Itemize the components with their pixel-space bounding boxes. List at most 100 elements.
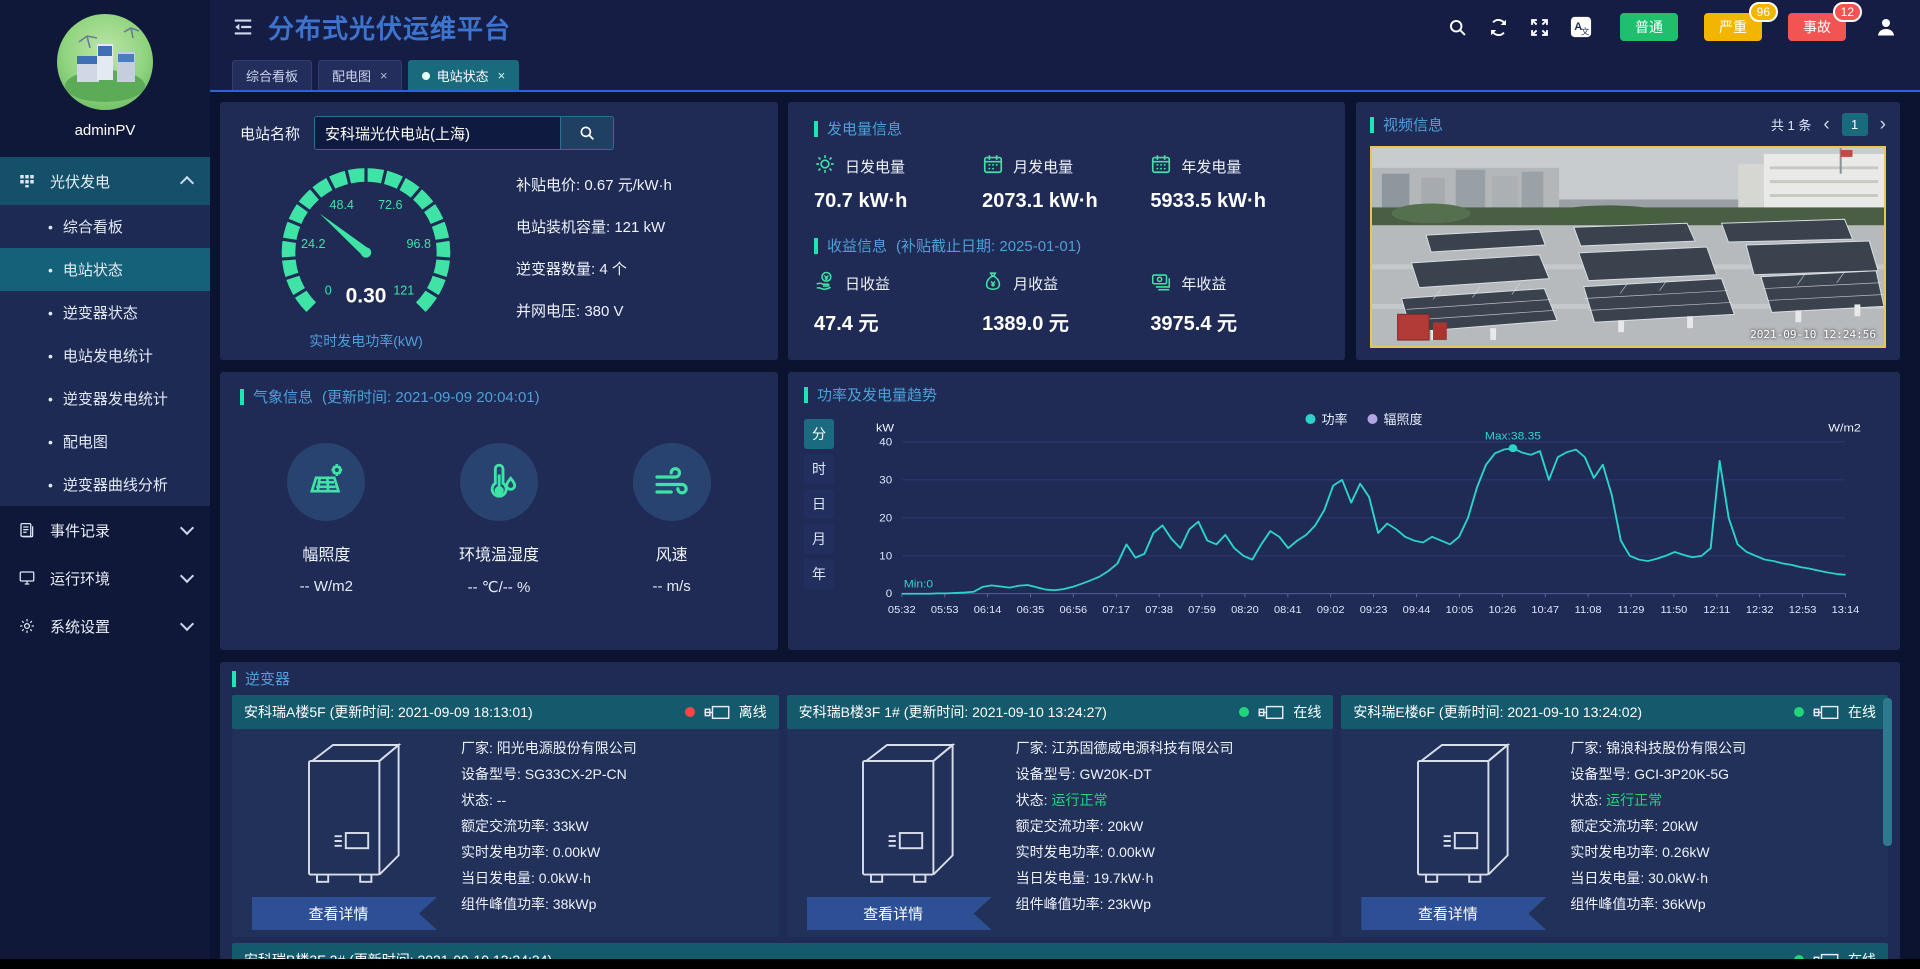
svg-text:09:02: 09:02 [1317,605,1345,616]
power-gauge: 024.248.472.696.81210.30 实时发电功率(kW) [240,154,492,351]
inverter-fields: 厂家: 锦浪科技股份有限公司 设备型号: GCI-3P20K-5G 状态: 运行… [1566,729,1888,937]
station-search-button[interactable] [560,116,614,150]
sidebar-subitem[interactable]: 逆变器曲线分析 [0,463,210,506]
fullscreen-icon[interactable] [1529,17,1550,38]
menu-collapse-icon[interactable] [232,16,254,38]
status-label: 在线 [1848,702,1876,722]
sidebar-item[interactable]: 系统设置 [0,602,210,650]
svg-text:08:41: 08:41 [1274,605,1302,616]
tab[interactable]: 配电图 × [318,60,402,90]
inverter-fields: 厂家: 阳光电源股份有限公司 设备型号: SG33CX-2P-CN 状态: --… [457,729,779,937]
page-number[interactable]: 1 [1842,113,1868,136]
sidebar-subitem[interactable]: 逆变器发电统计 [0,377,210,420]
legend-dot-icon [1305,414,1315,424]
refresh-icon[interactable] [1488,17,1509,38]
stat-label: 日收益 [845,273,890,294]
sidebar-item-label: 光伏发电 [50,171,168,192]
sidebar-item[interactable]: 光伏发电 [0,157,210,205]
next-page-icon[interactable]: › [1880,118,1886,132]
field-label: 组件峰值功率: [461,896,553,912]
time-mode-button[interactable]: 分 [804,419,834,449]
svg-text:48.4: 48.4 [329,198,353,212]
field-value: GW20K-DT [1079,766,1151,782]
logo [0,0,210,110]
view-details-button[interactable]: 查看详情 [807,897,992,930]
banknotes-icon [1150,270,1172,292]
status-dot-icon [1239,707,1249,717]
sidebar-subitem[interactable]: 电站发电统计 [0,334,210,377]
inverter-status: 在线 [1239,702,1321,722]
time-mode-button[interactable]: 年 [804,559,834,589]
tab[interactable]: 电站状态 × [408,60,520,90]
time-mode-button[interactable]: 时 [804,454,834,484]
svg-text:08:20: 08:20 [1231,605,1259,616]
sidebar-item[interactable]: 运行环境 [0,554,210,602]
trend-line-chart: 010203040kWW/m205:3205:5306:1406:3506:56… [844,419,1884,629]
tab-label: 配电图 [332,66,371,85]
status-dot-icon [685,707,695,717]
stat-item: 日发电量 70.7 kW·h [814,153,982,213]
alarm-badge[interactable]: 普通 [1620,13,1678,41]
svg-text:Max:38.35: Max:38.35 [1485,431,1541,442]
weather-icon-circle [287,443,365,521]
station-search-input[interactable] [314,116,560,150]
field-label: 设备型号: [1570,766,1634,782]
svg-text:0.30: 0.30 [346,285,387,308]
scrollbar-thumb[interactable] [1883,698,1892,846]
svg-text:12:53: 12:53 [1789,605,1817,616]
field-value: 阳光电源股份有限公司 [497,740,637,756]
legend-entry[interactable]: 辐照度 [1368,409,1423,428]
field-value: 30.0kW·h [1648,870,1708,886]
inverter-field-row: 当日发电量: 19.7kW·h [1016,869,1326,888]
inverter-field-row: 实时发电功率: 0.00kW [461,843,771,862]
accent-bar [814,238,818,254]
close-icon[interactable]: × [380,68,388,83]
weather-icon-circle [460,443,538,521]
legend-entry[interactable]: 功率 [1305,409,1347,428]
alarm-badge[interactable]: 严重 96 [1704,13,1762,41]
time-mode-button[interactable]: 月 [804,524,834,554]
sidebar-subitem[interactable]: 综合看板 [0,205,210,248]
legend-dot-icon [1368,414,1378,424]
svg-text:文: 文 [1581,26,1589,36]
translate-icon[interactable]: A文 [1570,16,1592,38]
svg-text:07:38: 07:38 [1145,605,1173,616]
inverter-field-row: 设备型号: GW20K-DT [1016,765,1326,784]
sidebar-subitem[interactable]: 逆变器状态 [0,291,210,334]
inverter-field-row: 状态: 运行正常 [1570,791,1880,810]
moneybag-icon [982,270,1004,292]
badge-count: 12 [1833,2,1862,22]
station-info-list: 补贴电价: 0.67 元/kW·h 电站装机容量: 121 kW 逆变器数量: … [492,154,758,351]
sidebar-item[interactable]: 事件记录 [0,506,210,554]
field-label: 当日发电量: [1570,870,1648,886]
tab[interactable]: 综合看板 × [232,60,312,90]
svg-text:0: 0 [325,283,332,297]
badge-label: 严重 [1719,19,1747,35]
sidebar-subitem[interactable]: 电站状态 [0,248,210,291]
close-icon[interactable]: × [498,68,506,83]
search-icon [578,124,596,142]
alarm-badge[interactable]: 事故 12 [1788,13,1846,41]
search-icon[interactable] [1447,17,1468,38]
trend-panel: 功率及发电量趋势 分时日月年 功率 辐照度 010203040kWW/m205:… [788,372,1900,650]
legend-label: 功率 [1321,409,1347,428]
field-label: 额定交流功率: [1570,818,1662,834]
sidebar-item-label: 运行环境 [50,568,168,589]
inverter-field-row: 当日发电量: 0.0kW·h [461,869,771,888]
field-label: 厂家: [461,740,497,756]
submenu: 综合看板 电站状态 逆变器状态 电站发电统计 逆变器发电统计 配电图 逆变器曲线… [0,205,210,506]
field-value: -- [497,792,506,808]
info-label: 并网电压: [516,303,584,320]
stat-icon [1150,270,1172,296]
sidebar-subitem[interactable]: 配电图 [0,420,210,463]
accent-bar [232,671,236,687]
view-details-button[interactable]: 查看详情 [1361,897,1546,930]
prev-page-icon[interactable]: ‹ [1823,118,1829,132]
view-details-button[interactable]: 查看详情 [252,897,437,930]
station-info-line: 电站装机容量: 121 kW [516,216,758,237]
weather-item: 风速 -- m/s [592,443,752,596]
user-avatar-icon[interactable] [1874,15,1898,39]
alarm-badges: 普通 严重 96 事故 12 [1620,13,1846,41]
time-mode-button[interactable]: 日 [804,489,834,519]
calendar-year-icon [1150,153,1172,175]
